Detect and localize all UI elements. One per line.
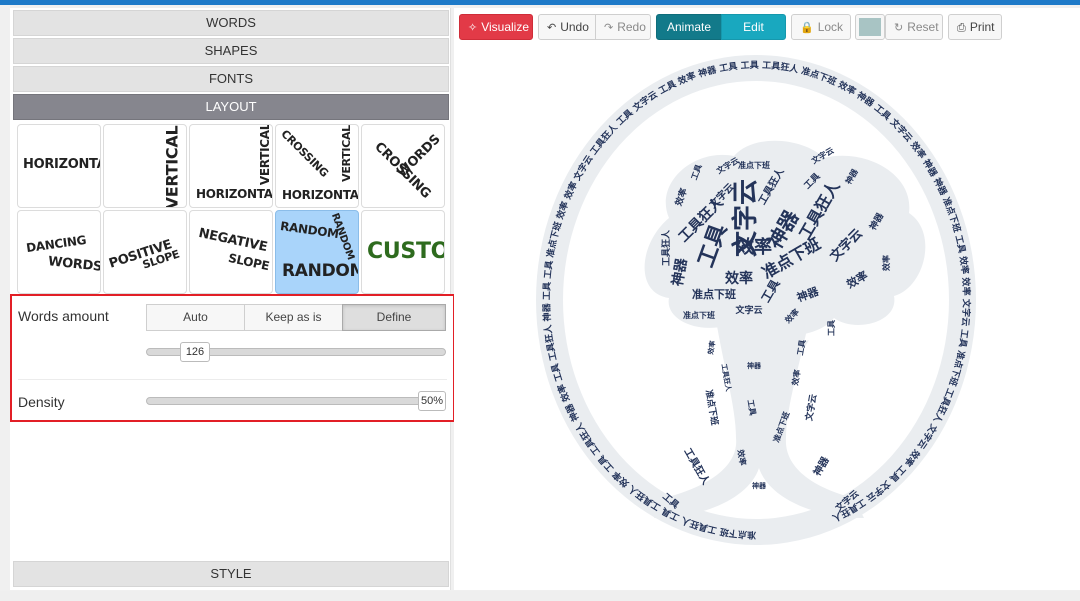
tree-word: 文字云 <box>734 304 762 316</box>
layout-negative-slope[interactable]: NEGATIVE SLOPE <box>189 210 273 294</box>
tree-word: 效率 <box>725 270 753 287</box>
tree-word: 效率 <box>736 236 772 258</box>
redo-icon: ↷ <box>604 22 614 34</box>
tree-word: 准点下班 <box>692 287 736 301</box>
visualize-button[interactable]: ✧ Visualize <box>459 14 533 40</box>
layout-custom-label: CUSTOM <box>367 239 444 264</box>
layout-vertical-horizontal[interactable]: VERTICAL HORIZONTAL <box>189 124 273 208</box>
color-swatch-button[interactable] <box>855 14 885 40</box>
layout-cvh-horizontal-label: HORIZONTAL <box>282 188 359 202</box>
layout-crossing-vertical-horizontal[interactable]: CROSSING VERTICAL HORIZONTAL <box>275 124 359 208</box>
accordion-shapes[interactable]: SHAPES <box>13 38 449 64</box>
accordion-fonts[interactable]: FONTS <box>13 66 449 92</box>
words-amount-value[interactable]: 126 <box>180 342 210 362</box>
tree-word: 工具 <box>827 320 836 336</box>
layout-cvh-vertical-label: VERTICAL <box>339 125 353 182</box>
density-label: Density <box>18 394 65 410</box>
divider <box>18 379 447 380</box>
words-density-settings: Words amount Auto Keep as is Define 126 … <box>10 294 455 422</box>
layout-positive-slope[interactable]: POSITIVE SLOPE <box>103 210 187 294</box>
preview-panel: ✧ Visualize ↶ Undo ↷ Redo Animate Edit 🔒 Loc… <box>454 8 1080 590</box>
layout-dw-words-label: WORDS <box>47 254 101 275</box>
layout-crossing-words[interactable]: CROSSING WORDS <box>361 124 445 208</box>
undo-button[interactable]: ↶ Undo <box>538 14 596 40</box>
accordion-words[interactable]: WORDS <box>13 10 449 36</box>
tree-word: 准点下班 <box>683 310 715 320</box>
reset-button[interactable]: ↻ Reset <box>885 14 943 40</box>
trunk-word: 神器 <box>752 481 767 490</box>
printer-icon: ⎙ <box>957 22 966 34</box>
word-cloud-canvas[interactable]: 准点下班 工具狂人 工具 工具狂人 效率 工具 工具狂人 神器 效率 工具 工具… <box>454 48 1080 590</box>
density-value[interactable]: 50% <box>418 391 446 411</box>
bottom-bar <box>0 591 1080 601</box>
density-slider[interactable] <box>146 397 446 405</box>
layout-vertical[interactable]: VERTICAL <box>103 124 187 208</box>
layout-vertical-label: VERTICAL <box>162 125 182 208</box>
tree-word: 工具狂人 <box>660 229 672 266</box>
tree-word: 效率 <box>881 255 891 271</box>
layout-random[interactable]: RANDOM RANDOM RANDOM <box>275 210 359 294</box>
layout-dw-dancing-label: DANCING <box>25 232 88 256</box>
top-accent-bar <box>0 0 1080 5</box>
accordion-style[interactable]: STYLE <box>13 561 449 587</box>
animate-button[interactable]: Animate <box>656 14 722 40</box>
words-amount-define-button[interactable]: Define <box>342 304 446 331</box>
redo-button[interactable]: ↷ Redo <box>595 14 651 40</box>
lock-icon: 🔒 <box>800 22 814 34</box>
words-amount-auto-button[interactable]: Auto <box>146 304 245 331</box>
lock-button[interactable]: 🔒 Lock <box>791 14 851 40</box>
layout-cvh-crossing-label: CROSSING <box>278 127 331 180</box>
layout-vh-vertical-label: VERTICAL <box>258 124 273 186</box>
layout-dancing-words[interactable]: DANCING WORDS <box>17 210 101 294</box>
reset-icon: ↻ <box>894 22 904 34</box>
layout-horizontal-label: HORIZONTAL <box>23 157 100 172</box>
tree-word: 准点下班 <box>738 160 770 170</box>
edit-button[interactable]: Edit <box>721 14 786 40</box>
words-amount-keep-button[interactable]: Keep as is <box>244 304 343 331</box>
accordion-layout[interactable]: LAYOUT <box>13 94 449 120</box>
words-amount-label: Words amount <box>18 308 109 324</box>
color-swatch <box>859 18 881 36</box>
trunk-word: 神器 <box>747 361 762 370</box>
layout-horizontal[interactable]: HORIZONTAL <box>17 124 101 208</box>
settings-panel: WORDS SHAPES FONTS LAYOUT HORIZONTAL VER… <box>10 8 455 590</box>
layout-cw-words-label: WORDS <box>394 132 444 181</box>
print-button[interactable]: ⎙ Print <box>948 14 1002 40</box>
magic-wand-icon: ✧ <box>468 22 478 34</box>
layout-random-label-3: RANDOM <box>282 261 359 281</box>
layout-vh-horizontal-label: HORIZONTAL <box>196 187 273 201</box>
undo-icon: ↶ <box>547 22 557 34</box>
layout-custom[interactable]: CUSTOM <box>361 210 445 294</box>
